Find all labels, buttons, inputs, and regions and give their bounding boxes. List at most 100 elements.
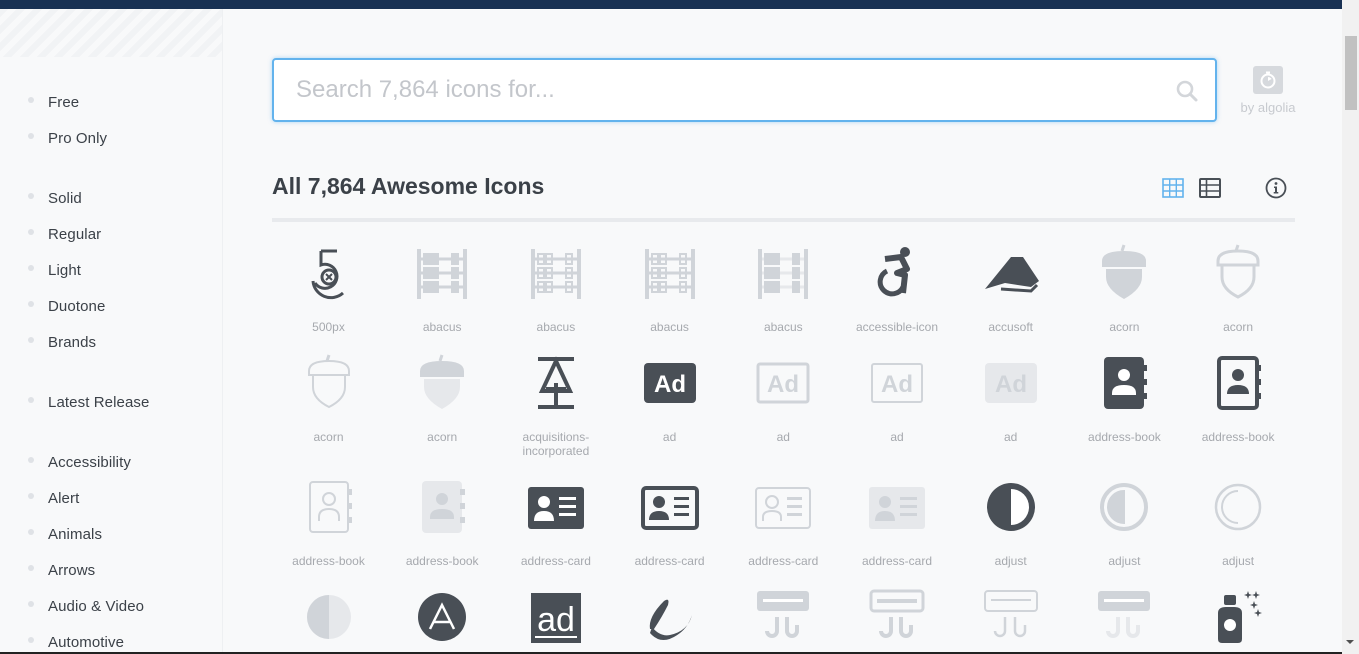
icon-card[interactable]: acorn	[1182, 243, 1295, 334]
icon-card[interactable]: abacus	[613, 243, 726, 334]
icon-card[interactable]: abacus	[499, 243, 612, 334]
icon-card[interactable]: address-book	[1182, 353, 1295, 444]
acorn-icon	[1208, 243, 1268, 303]
icon-card[interactable]	[386, 587, 499, 647]
icon-card[interactable]: address-card	[613, 477, 726, 568]
icon-card[interactable]: Ad ad	[613, 353, 726, 444]
icon-name: address-book	[292, 554, 365, 568]
address-book-icon	[412, 477, 472, 537]
page-scrollbar[interactable]	[1342, 0, 1359, 654]
icon-card[interactable]: acorn	[1068, 243, 1181, 334]
icon-card[interactable]: adjust	[1068, 477, 1181, 568]
bullet-icon	[28, 193, 34, 199]
sidebar-item-regular[interactable]: Regular	[28, 224, 101, 244]
search-input[interactable]	[296, 60, 1156, 120]
sidebar-item-label: Regular	[48, 225, 102, 243]
icon-name: accusoft	[988, 320, 1034, 334]
icon-card[interactable]: accusoft	[954, 243, 1067, 334]
bullet-icon	[28, 133, 34, 139]
icon-card[interactable]: ad	[499, 587, 612, 647]
500px-icon	[299, 243, 359, 303]
sidebar-item-label: Brands	[48, 333, 97, 351]
top-accent-bar	[0, 0, 1342, 9]
scroll-down-arrow[interactable]	[1346, 640, 1354, 644]
icon-card[interactable]: abacus	[386, 243, 499, 334]
icon-card[interactable]: accessible-icon	[841, 243, 954, 334]
sidebar-item-latest-release[interactable]: Latest Release	[28, 392, 149, 412]
bullet-icon	[28, 397, 34, 403]
adjust-icon	[299, 587, 359, 647]
sidebar-item-brands[interactable]: Brands	[28, 332, 96, 352]
icon-card[interactable]: adjust	[954, 477, 1067, 568]
icon-name: address-card	[634, 554, 705, 568]
icon-card[interactable]: address-card	[727, 477, 840, 568]
icon-card[interactable]: acquisitions-incorporated	[499, 353, 612, 458]
sidebar-item-free[interactable]: Free	[28, 92, 79, 112]
scrollbar-thumb[interactable]	[1345, 36, 1357, 110]
abacus-icon	[526, 243, 586, 303]
icon-card[interactable]	[613, 587, 726, 647]
algolia-label: by algolia	[1240, 100, 1296, 115]
table-view-icon[interactable]	[1199, 178, 1221, 198]
sidebar-item-alert[interactable]: Alert	[28, 488, 79, 508]
sidebar-item-label: Latest Release	[48, 393, 150, 411]
abacus-icon	[640, 243, 700, 303]
bullet-icon	[28, 529, 34, 535]
icon-card[interactable]: address-book	[386, 477, 499, 568]
icon-card[interactable]: Ad ad	[727, 353, 840, 444]
icon-name: address-card	[520, 554, 591, 568]
sidebar-item-animals[interactable]: Animals	[28, 524, 102, 544]
info-circle-icon[interactable]	[1265, 177, 1287, 199]
ad-icon: Ad	[981, 353, 1041, 413]
air-conditioner-icon	[1094, 587, 1154, 647]
grid-view-icon[interactable]	[1162, 178, 1184, 198]
icon-card[interactable]: address-card	[841, 477, 954, 568]
icon-card[interactable]: address-card	[499, 477, 612, 568]
sidebar-item-automotive[interactable]: Automotive	[28, 632, 124, 652]
icon-card[interactable]	[1068, 587, 1181, 647]
divider	[272, 218, 1295, 222]
icon-name: ad	[890, 430, 904, 444]
bullet-icon	[28, 97, 34, 103]
icon-card[interactable]	[841, 587, 954, 647]
svg-text:Ad: Ad	[767, 371, 799, 398]
acorn-icon	[412, 353, 472, 413]
icon-card[interactable]: Ad ad	[954, 353, 1067, 444]
abacus-icon	[753, 243, 813, 303]
stopwatch-icon	[1253, 66, 1283, 94]
search-icon[interactable]	[1175, 79, 1199, 103]
sidebar-item-audio-video[interactable]: Audio & Video	[28, 596, 144, 616]
sidebar-item-arrows[interactable]: Arrows	[28, 560, 95, 580]
icon-card[interactable]: Ad ad	[841, 353, 954, 444]
address-card-icon	[640, 477, 700, 537]
algolia-badge[interactable]: by algolia	[1238, 66, 1298, 115]
sidebar-item-accessibility[interactable]: Accessibility	[28, 452, 131, 472]
air-conditioner-icon	[867, 587, 927, 647]
icon-card[interactable]: acorn	[386, 353, 499, 444]
icon-card[interactable]	[727, 587, 840, 647]
air-freshener-icon	[1208, 587, 1268, 647]
sidebar-item-duotone[interactable]: Duotone	[28, 296, 105, 316]
svg-text:ad: ad	[537, 601, 575, 639]
icon-card[interactable]: abacus	[727, 243, 840, 334]
sidebar-item-light[interactable]: Light	[28, 260, 81, 280]
icon-name: ad	[1004, 430, 1018, 444]
icon-card[interactable]: address-book	[272, 477, 385, 568]
icon-name: ad	[662, 430, 677, 444]
icon-card[interactable]: acorn	[272, 353, 385, 444]
air-conditioner-icon	[753, 587, 813, 647]
search-box[interactable]	[272, 58, 1217, 122]
icon-name: acorn	[313, 430, 344, 444]
sidebar-item-pro-only[interactable]: Pro Only	[28, 128, 107, 148]
icon-card[interactable]	[272, 587, 385, 647]
icon-card[interactable]	[954, 587, 1067, 647]
icon-card[interactable]: adjust	[1182, 477, 1295, 568]
accusoft-icon	[981, 243, 1041, 303]
sidebar-item-solid[interactable]: Solid	[28, 188, 82, 208]
icon-card[interactable]: 500px	[272, 243, 385, 334]
icon-card[interactable]: address-book	[1068, 353, 1181, 444]
bullet-icon	[28, 637, 34, 643]
main-content: by algolia All 7,864 Awesome Icons 500px	[224, 9, 1342, 654]
bullet-icon	[28, 337, 34, 343]
icon-card[interactable]	[1182, 587, 1295, 647]
